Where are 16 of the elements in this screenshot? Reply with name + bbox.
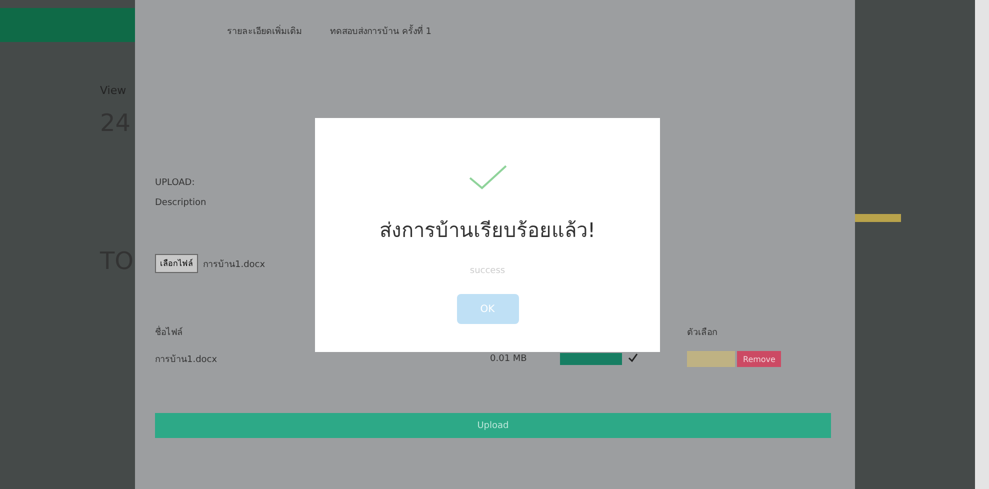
status-tag [855,214,901,222]
nav-link[interactable]: ทดสอบส่งการบ้าน ครั้งที่ 1 [330,24,432,38]
description-label: Description [155,198,208,208]
chosen-file-name: การบ้าน1.docx [203,258,266,270]
cancel-button[interactable] [687,351,735,367]
file-size-cell-text: 0.01 MB [490,354,528,364]
dialog-title: ส่งการบ้านเรียบร้อยแล้ว! [379,217,596,244]
nav-link[interactable]: รายละเอียดเพิ่มเติม [227,24,302,38]
column-header: ชื่อไฟล์ [155,325,490,339]
upload-label: UPLOAD: [155,178,196,188]
remove-button[interactable]: Remove [737,351,782,367]
scrollbar[interactable] [975,0,989,489]
choose-file-button[interactable]: เลือกไฟล์ [155,254,198,273]
file-name-cell-text: การบ้าน1.docx [155,354,218,366]
check-icon [468,164,508,190]
column-header: ตัวเลือก [687,326,718,339]
